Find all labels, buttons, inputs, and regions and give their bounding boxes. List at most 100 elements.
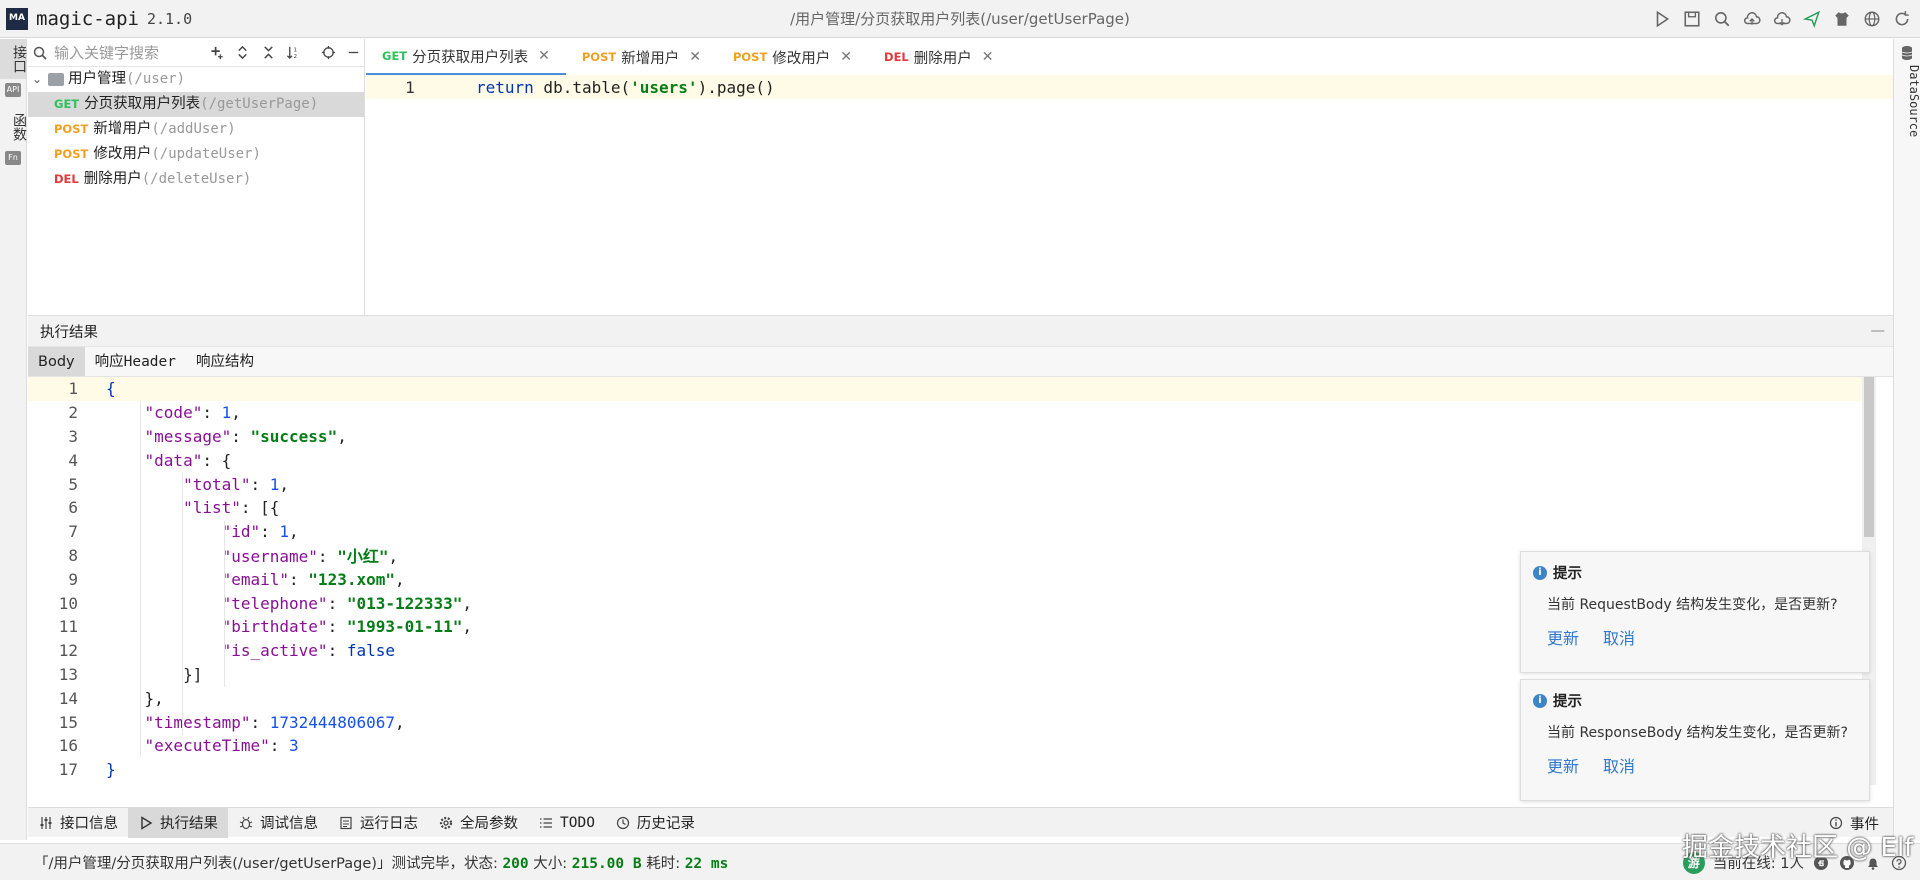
item-label: 修改用户 <box>93 146 152 162</box>
sort-icon[interactable]: 12 <box>284 42 305 64</box>
tab-history[interactable]: 历史记录 <box>605 808 705 838</box>
close-icon[interactable]: ✕ <box>982 49 994 65</box>
bell-icon[interactable] <box>1864 854 1882 872</box>
collapse-icon[interactable] <box>258 42 279 64</box>
save-icon[interactable] <box>1680 7 1704 31</box>
info-icon: i <box>1533 693 1547 708</box>
tab-label: 接口信息 <box>60 816 118 832</box>
run-icon[interactable] <box>1650 7 1674 31</box>
json-text: "total": 1, <box>183 474 290 494</box>
tab-interface-info[interactable]: 接口信息 <box>28 808 128 838</box>
indent-guide <box>224 521 225 687</box>
line-number: 8 <box>68 545 78 565</box>
tab-label: 修改用户 <box>772 50 831 67</box>
refresh-icon[interactable] <box>1890 7 1914 31</box>
item-path: (/getUserPage) <box>200 96 319 112</box>
notification-response-body: i 提示 当前 ResponseBody 结构发生变化，是否更新? 更新 取消 <box>1520 679 1870 801</box>
tab-response-header[interactable]: 响应Header <box>85 347 186 376</box>
tab-add-user[interactable]: POST 新增用户 ✕ <box>566 39 717 75</box>
tree-item-update-user[interactable]: POST 修改用户 (/updateUser) <box>28 142 364 167</box>
app-logo: MA <box>6 7 28 30</box>
expand-icon[interactable] <box>233 42 254 64</box>
globe-icon[interactable] <box>1860 7 1884 31</box>
code-text[interactable]: return db.table('users').page() <box>476 78 775 97</box>
notification-message: 当前 RequestBody 结构发生变化，是否更新? <box>1547 597 1838 613</box>
cancel-button[interactable]: 取消 <box>1603 753 1635 777</box>
send-icon[interactable] <box>1800 7 1824 31</box>
json-text: "data": { <box>144 450 232 470</box>
code-line[interactable]: 1 return db.table('users').page() <box>366 75 1893 99</box>
notification-message: 当前 ResponseBody 结构发生变化，是否更新? <box>1547 725 1848 741</box>
json-line: 7 "id": 1, <box>28 520 1876 544</box>
tab-delete-user[interactable]: DEL 删除用户 ✕ <box>868 39 1009 75</box>
close-icon[interactable]: ✕ <box>538 48 550 64</box>
line-number: 1 <box>68 379 78 399</box>
log-icon <box>338 815 354 831</box>
datasource-tab[interactable]: DataSource <box>1894 65 1920 137</box>
tab-update-user[interactable]: POST 修改用户 ✕ <box>717 39 868 75</box>
json-text: "birthdate": "1993-01-11", <box>221 617 473 637</box>
upload-icon[interactable] <box>1740 7 1764 31</box>
avatar[interactable]: 游 <box>1682 851 1705 874</box>
events-button[interactable]: 事件 <box>1828 808 1879 838</box>
tab-get-user-page[interactable]: GET 分页获取用户列表 ✕ <box>366 39 566 75</box>
tab-functions[interactable]: 函数 <box>0 107 27 147</box>
github-icon[interactable] <box>1838 854 1856 872</box>
tab-interfaces[interactable]: 接口 <box>0 39 27 79</box>
update-button[interactable]: 更新 <box>1547 753 1579 777</box>
tab-run-log[interactable]: 运行日志 <box>328 808 428 838</box>
info-icon: i <box>1533 565 1547 580</box>
scrollbar-thumb[interactable] <box>1864 377 1874 537</box>
tab-label: 历史记录 <box>636 816 695 832</box>
json-text: "id": 1, <box>221 522 299 542</box>
tree-group-user[interactable]: ⌄ 用户管理 (/user) <box>28 67 364 92</box>
line-number: 7 <box>68 522 78 542</box>
item-path: (/addUser) <box>151 121 236 137</box>
json-text: "telephone": "013-122333", <box>221 593 473 613</box>
method-badge: GET <box>382 49 408 63</box>
minimize-icon[interactable]: — <box>1871 323 1886 339</box>
item-label: 新增用户 <box>93 121 152 137</box>
tab-response-structure[interactable]: 响应结构 <box>186 347 264 376</box>
json-text: "timestamp": 1732444806067, <box>144 712 405 732</box>
json-text: "executeTime": 3 <box>144 736 299 756</box>
tab-body[interactable]: Body <box>28 347 85 376</box>
skin-icon[interactable] <box>1830 7 1854 31</box>
json-text: "email": "123.xom", <box>221 569 405 589</box>
minimize-icon[interactable] <box>344 42 365 64</box>
add-icon[interactable] <box>207 42 228 64</box>
update-button[interactable]: 更新 <box>1547 625 1579 649</box>
json-line: 3 "message": "success", <box>28 425 1876 449</box>
item-label: 分页获取用户列表 <box>84 96 201 112</box>
indent-guide <box>140 401 141 757</box>
tree-item-add-user[interactable]: POST 新增用户 (/addUser) <box>28 117 364 142</box>
editor-tabs: GET 分页获取用户列表 ✕ POST 新增用户 ✕ POST 修改用户 ✕ D… <box>366 39 1893 75</box>
tree-item-delete-user[interactable]: DEL 删除用户 (/deleteUser) <box>28 167 364 192</box>
code-keyword: return <box>476 77 534 97</box>
api-icon: API <box>5 83 21 97</box>
locate-icon[interactable] <box>318 42 339 64</box>
tab-debug-info[interactable]: 调试信息 <box>228 808 328 838</box>
tree-toolbar: 12 <box>28 39 364 67</box>
database-icon[interactable] <box>1900 45 1914 61</box>
json-text: "list": [{ <box>183 498 280 518</box>
cancel-button[interactable]: 取消 <box>1603 625 1635 649</box>
line-number: 13 <box>58 664 78 684</box>
bug-icon <box>238 815 254 831</box>
gitee-icon[interactable] <box>1812 854 1830 872</box>
status-code: 200 <box>502 855 529 872</box>
tab-global-params[interactable]: 全局参数 <box>428 808 528 838</box>
search-icon[interactable] <box>1710 7 1734 31</box>
tab-todo[interactable]: TODO <box>528 808 605 838</box>
chevron-down-icon[interactable]: ⌄ <box>32 67 44 92</box>
line-number: 11 <box>58 617 78 637</box>
close-icon[interactable]: ✕ <box>840 49 852 65</box>
tree-item-get-user-page[interactable]: GET 分页获取用户列表 (/getUserPage) <box>28 92 364 117</box>
status-prefix: 「/用户管理/分页获取用户列表(/user/getUserPage)」测试完毕，… <box>34 855 503 872</box>
search-input[interactable] <box>54 43 202 62</box>
download-icon[interactable] <box>1770 7 1794 31</box>
close-icon[interactable]: ✕ <box>689 49 701 65</box>
help-icon[interactable] <box>1890 854 1908 872</box>
title-bar: MA magic-api 2.1.0 /用户管理/分页获取用户列表(/user/… <box>0 0 1920 38</box>
tab-execution-result[interactable]: 执行结果 <box>128 807 228 838</box>
